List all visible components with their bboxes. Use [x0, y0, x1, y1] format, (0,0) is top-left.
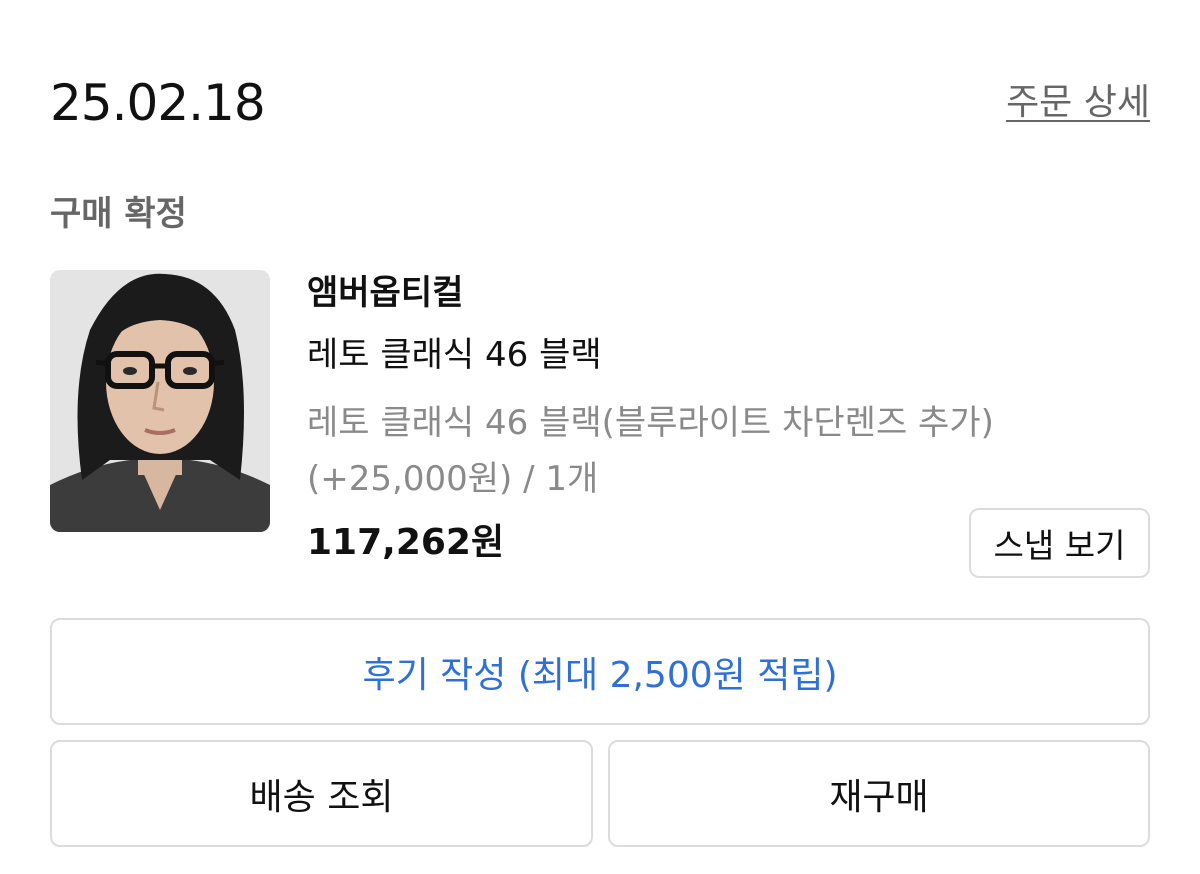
rebuy-button[interactable]: 재구매 [608, 740, 1150, 847]
product-name[interactable]: 레토 클래식 46 블랙 [307, 333, 602, 377]
order-date: 25.02.18 [50, 74, 266, 132]
write-review-button[interactable]: 후기 작성 (최대 2,500원 적립) [50, 618, 1150, 725]
product-photo-icon [50, 270, 270, 532]
order-status: 구매 확정 [50, 194, 187, 234]
product-price: 117,262원 [307, 522, 505, 563]
order-card: 25.02.18 주문 상세 구매 확정 앰버옵티컬 레토 클래식 46 블랙 … [0, 0, 1200, 874]
snap-view-button[interactable]: 스냅 보기 [969, 508, 1150, 578]
product-image[interactable] [50, 270, 270, 532]
product-option-line: 레토 클래식 46 블랙(블루라이트 차단렌즈 추가) [307, 403, 994, 443]
product-option-quantity: (+25,000원) / 1개 [307, 459, 599, 499]
product-brand[interactable]: 앰버옵티컬 [307, 271, 463, 315]
track-delivery-button[interactable]: 배송 조회 [50, 740, 593, 847]
product-option: 레토 클래식 46 블랙(블루라이트 차단렌즈 추가) (+25,000원) /… [307, 395, 1107, 507]
order-detail-link[interactable]: 주문 상세 [1006, 80, 1150, 126]
